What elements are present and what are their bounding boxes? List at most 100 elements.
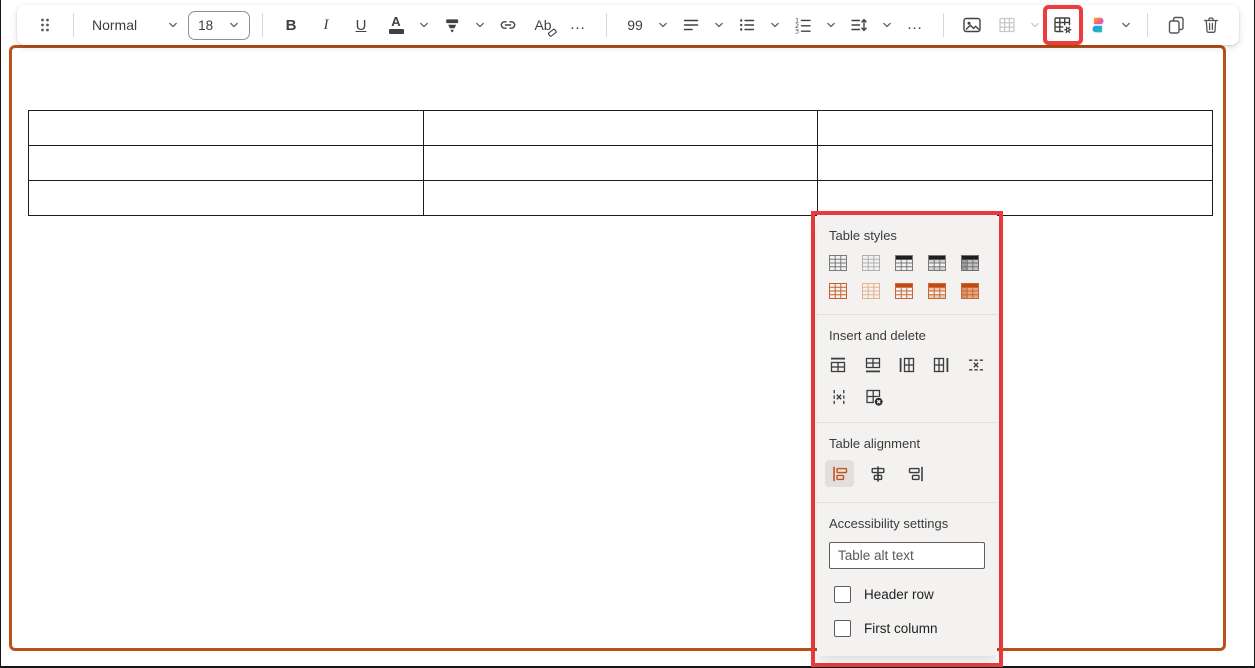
style-orange-filled[interactable]: [961, 283, 979, 299]
chevron-down-icon: [881, 19, 893, 31]
style-orange-header-banded[interactable]: [928, 283, 946, 299]
align-table-right-button[interactable]: [901, 460, 930, 487]
insert-column-right-button[interactable]: [931, 354, 951, 375]
divider: [262, 13, 263, 37]
header-row-option: Header row: [834, 586, 997, 603]
table-settings-icon: [1052, 14, 1074, 36]
line-spacing-button[interactable]: [843, 9, 875, 41]
copy-icon: [1165, 14, 1187, 36]
align-dropdown-chevron[interactable]: [710, 9, 728, 41]
table-cell[interactable]: [29, 111, 424, 146]
copilot-button[interactable]: [1082, 9, 1114, 41]
header-row-checkbox[interactable]: [834, 586, 851, 603]
paragraph-style-value: Normal: [92, 17, 137, 33]
header-row-label: Header row: [864, 587, 934, 602]
table-alt-text-input[interactable]: [829, 542, 985, 569]
bullet-list-dropdown-chevron[interactable]: [766, 9, 784, 41]
quote-dropdown-chevron[interactable]: [654, 9, 672, 41]
delete-table-button[interactable]: [863, 386, 884, 407]
chevron-down-icon: [1120, 19, 1132, 31]
style-plain-grid[interactable]: [829, 255, 847, 271]
annotation-box: Table styles Insert and delete: [811, 211, 1003, 667]
italic-button[interactable]: I: [310, 9, 342, 41]
insert-table-button[interactable]: [991, 9, 1023, 41]
first-column-checkbox[interactable]: [834, 620, 851, 637]
clear-formatting-button[interactable]: Ab: [527, 9, 559, 41]
align-button[interactable]: [675, 9, 707, 41]
delete-column-button[interactable]: [828, 386, 849, 407]
table-cell[interactable]: [423, 146, 818, 181]
style-orange-light-grid[interactable]: [862, 283, 880, 299]
insert-column-left-button[interactable]: [897, 354, 917, 375]
style-dark-header-grid[interactable]: [895, 255, 913, 271]
font-size-dropdown[interactable]: 18: [188, 11, 250, 40]
divider: [817, 502, 997, 503]
table-settings-button[interactable]: [1047, 9, 1079, 41]
more-paragraph-button[interactable]: …: [899, 9, 931, 41]
line-spacing-icon: [849, 15, 869, 35]
highlight-button[interactable]: [436, 9, 468, 41]
insert-row-below-button[interactable]: [862, 354, 882, 375]
quote-button[interactable]: 99: [619, 9, 651, 41]
delete-button[interactable]: [1195, 9, 1227, 41]
table-options-panel: Table styles Insert and delete: [817, 215, 997, 656]
formatting-toolbar: Normal 18 B I U A Ab: [17, 5, 1239, 45]
chevron-down-icon: [657, 19, 669, 31]
highlight-dropdown-chevron[interactable]: [471, 9, 489, 41]
line-spacing-dropdown-chevron[interactable]: [878, 9, 896, 41]
style-dark-header-banded[interactable]: [928, 255, 946, 271]
bullet-list-button[interactable]: [731, 9, 763, 41]
table-cell[interactable]: [29, 181, 424, 216]
style-orange-grid[interactable]: [829, 283, 847, 299]
font-color-dropdown-chevron[interactable]: [415, 9, 433, 41]
font-color-button[interactable]: A: [380, 9, 412, 41]
insert-table-dropdown-chevron[interactable]: [1026, 9, 1044, 41]
insert-delete-row-1: [828, 354, 986, 375]
style-light-grid[interactable]: [862, 255, 880, 271]
document-table: [28, 110, 1213, 216]
table-cell[interactable]: [818, 146, 1213, 181]
copilot-icon: [1087, 14, 1109, 36]
align-table-center-button[interactable]: [863, 460, 892, 487]
table-alignment-row: [825, 460, 989, 487]
svg-text:3: 3: [795, 27, 799, 35]
table-styles-row-neutral: [829, 255, 985, 271]
link-icon: [498, 15, 518, 35]
table-cell[interactable]: [818, 111, 1213, 146]
drag-handle[interactable]: [29, 9, 61, 41]
insert-row-above-button[interactable]: [828, 354, 848, 375]
quote-glyph: 99: [627, 17, 643, 33]
numbered-list-button[interactable]: 123: [787, 9, 819, 41]
trash-icon: [1200, 14, 1222, 36]
table-cell[interactable]: [423, 111, 818, 146]
divider: [817, 314, 997, 315]
chevron-down-icon: [713, 19, 725, 31]
copy-button[interactable]: [1160, 9, 1192, 41]
insert-image-button[interactable]: [956, 9, 988, 41]
italic-glyph: I: [324, 17, 329, 34]
chevron-down-icon: [825, 19, 837, 31]
table-cell[interactable]: [423, 181, 818, 216]
numbered-list-dropdown-chevron[interactable]: [822, 9, 840, 41]
font-color-icon: A: [389, 16, 404, 34]
table-cell[interactable]: [29, 146, 424, 181]
drag-dots-icon: [38, 15, 52, 35]
align-table-left-button[interactable]: [825, 460, 854, 487]
delete-row-button[interactable]: [966, 354, 986, 375]
section-title-table-styles: Table styles: [829, 228, 985, 243]
section-title-insert-delete: Insert and delete: [829, 328, 985, 343]
paragraph-style-dropdown[interactable]: Normal: [86, 9, 185, 41]
style-orange-header-grid[interactable]: [895, 283, 913, 299]
more-formatting-button[interactable]: …: [562, 9, 594, 41]
ellipsis-icon: …: [570, 16, 587, 34]
insert-link-button[interactable]: [492, 9, 524, 41]
style-dark-filled[interactable]: [961, 255, 979, 271]
eraser-icon: [547, 27, 558, 38]
table-row: [29, 146, 1213, 181]
underline-button[interactable]: U: [345, 9, 377, 41]
table-icon: [997, 15, 1017, 35]
copilot-dropdown-chevron[interactable]: [1117, 9, 1135, 41]
chevron-down-icon: [1029, 19, 1041, 31]
image-icon: [961, 14, 983, 36]
bold-button[interactable]: B: [275, 9, 307, 41]
